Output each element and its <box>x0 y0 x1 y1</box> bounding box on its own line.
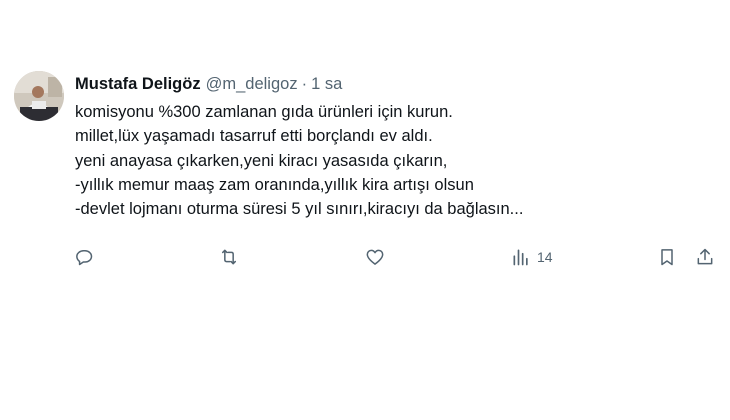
tweet-header: Mustafa Deligöz @m_deligoz · 1 sa <box>75 73 342 95</box>
retweet-icon <box>222 249 236 265</box>
reply-button[interactable] <box>75 242 95 272</box>
views-count: 14 <box>537 249 553 265</box>
reply-icon <box>76 250 93 266</box>
author-name[interactable]: Mustafa Deligöz <box>75 73 201 95</box>
author-handle[interactable]: @m_deligoz <box>206 73 298 95</box>
tweet-text-line: komisyonu %300 zamlanan gıda ürünleri iç… <box>75 103 453 121</box>
like-button[interactable] <box>365 242 385 272</box>
tweet-text-line: -devlet lojmanı oturma süresi 5 yıl sını… <box>75 200 524 219</box>
bookmark-icon <box>661 249 673 266</box>
tweet-text-line: -yıllık memur maaş zam oranında,yıllık k… <box>75 175 474 194</box>
heart-icon <box>366 249 384 265</box>
tweet-text-line: millet,lüx yaşamadı tasarruf etti borçla… <box>75 127 433 146</box>
tweet-text-line: yeni anayasa çıkarken,yeni kiracı yasası… <box>75 151 448 170</box>
views-icon <box>513 249 528 266</box>
separator-dot: · <box>301 75 308 93</box>
tweet-timestamp[interactable]: 1 sa <box>311 73 342 95</box>
views-button[interactable]: 14 <box>511 242 553 272</box>
tweet-text: komisyonu %300 zamlanan gıda ürünleri iç… <box>75 100 715 221</box>
tweet-actions: 14 <box>75 242 721 272</box>
share-button[interactable] <box>695 242 715 272</box>
bookmark-button[interactable] <box>657 242 677 272</box>
share-icon <box>697 248 713 265</box>
avatar[interactable] <box>14 71 64 121</box>
retweet-button[interactable] <box>219 242 239 272</box>
